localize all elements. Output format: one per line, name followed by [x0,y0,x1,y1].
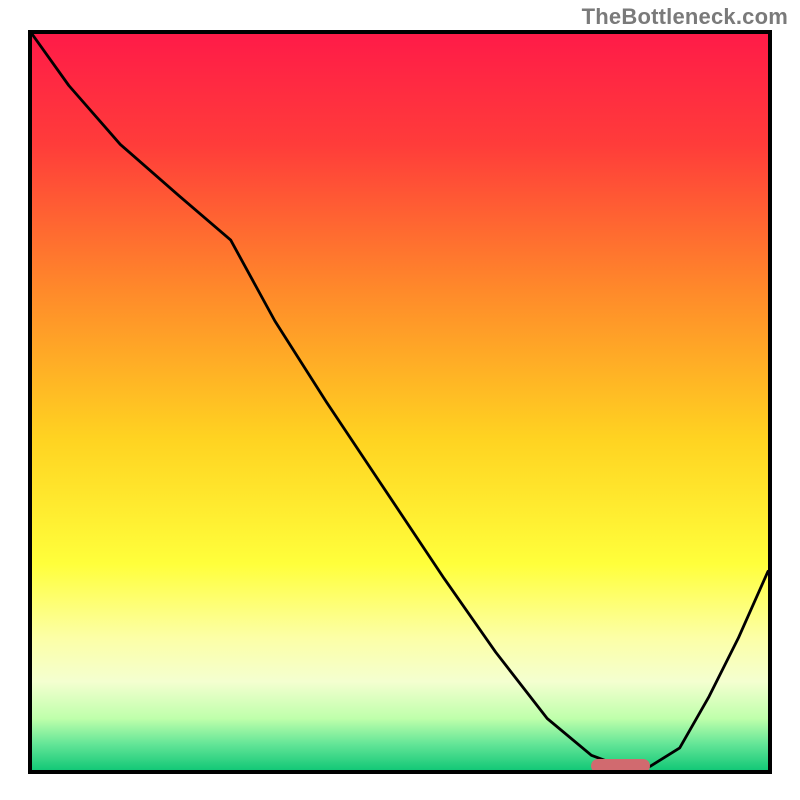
watermark-text: TheBottleneck.com [582,4,788,30]
chart-container: TheBottleneck.com [0,0,800,800]
curve-line [32,34,768,770]
plot-area [28,30,772,774]
optimum-marker [591,759,650,773]
